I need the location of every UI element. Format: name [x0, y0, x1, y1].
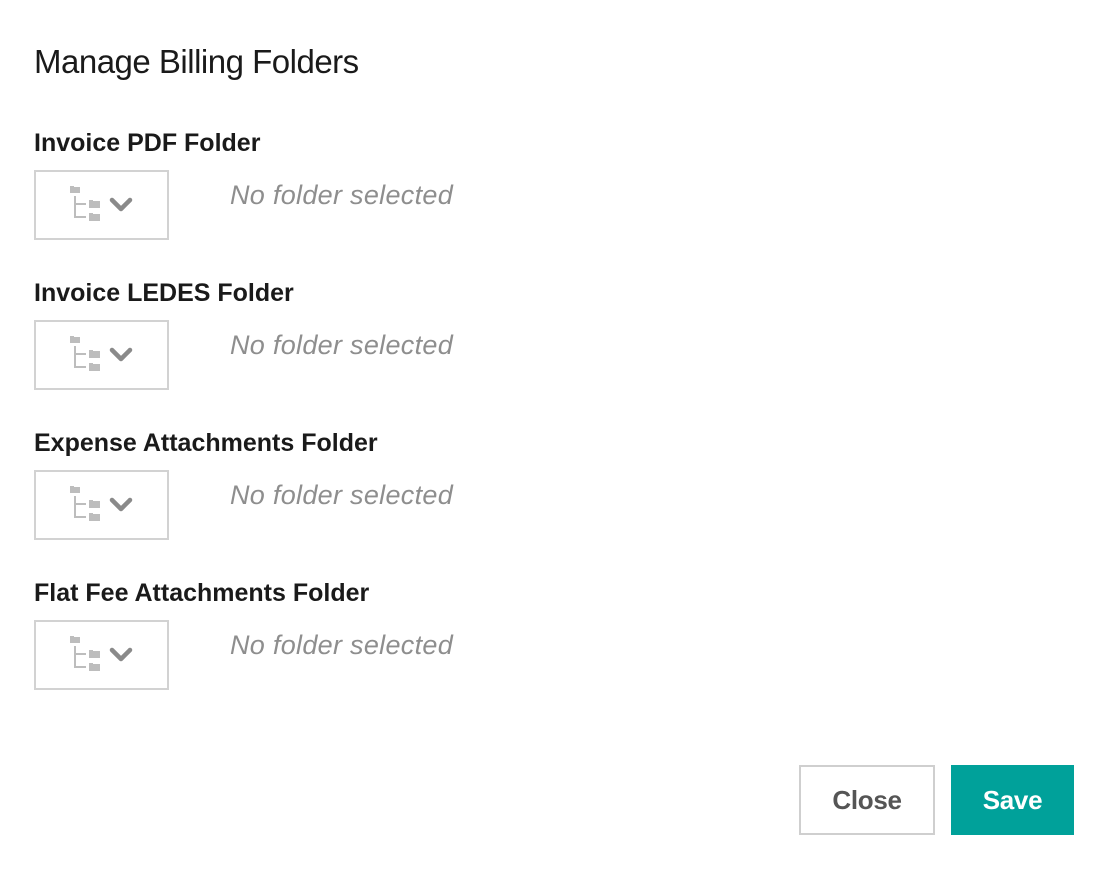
save-button[interactable]: Save	[951, 765, 1074, 835]
invoice-pdf-folder-status: No folder selected	[230, 180, 454, 210]
folder-tree-icon	[68, 484, 138, 524]
flat-fee-attachments-folder-picker[interactable]	[34, 620, 169, 690]
expense-attachments-folder-label: Expense Attachments Folder	[34, 429, 378, 457]
invoice-ledes-folder-label: Invoice LEDES Folder	[34, 279, 294, 307]
flat-fee-attachments-folder-status: No folder selected	[230, 630, 454, 660]
folder-tree-icon	[68, 634, 138, 674]
flat-fee-attachments-folder-label: Flat Fee Attachments Folder	[34, 579, 370, 607]
expense-attachments-folder-picker[interactable]	[34, 470, 169, 540]
invoice-pdf-folder-picker[interactable]	[34, 170, 169, 240]
invoice-pdf-folder-section: Invoice PDF Folder No folder selected	[34, 127, 734, 247]
invoice-ledes-folder-picker[interactable]	[34, 320, 169, 390]
invoice-ledes-folder-section: Invoice LEDES Folder No folder selected	[34, 277, 734, 397]
expense-attachments-folder-section: Expense Attachments Folder No folder sel…	[34, 427, 734, 547]
flat-fee-attachments-folder-section: Flat Fee Attachments Folder No folder se…	[34, 577, 734, 697]
expense-attachments-folder-status: No folder selected	[230, 480, 454, 510]
close-button[interactable]: Close	[799, 765, 935, 835]
invoice-ledes-folder-status: No folder selected	[230, 330, 454, 360]
invoice-pdf-folder-label: Invoice PDF Folder	[34, 129, 261, 157]
folder-tree-icon	[68, 334, 138, 374]
folder-tree-icon	[68, 184, 138, 224]
dialog-title: Manage Billing Folders	[34, 43, 359, 80]
